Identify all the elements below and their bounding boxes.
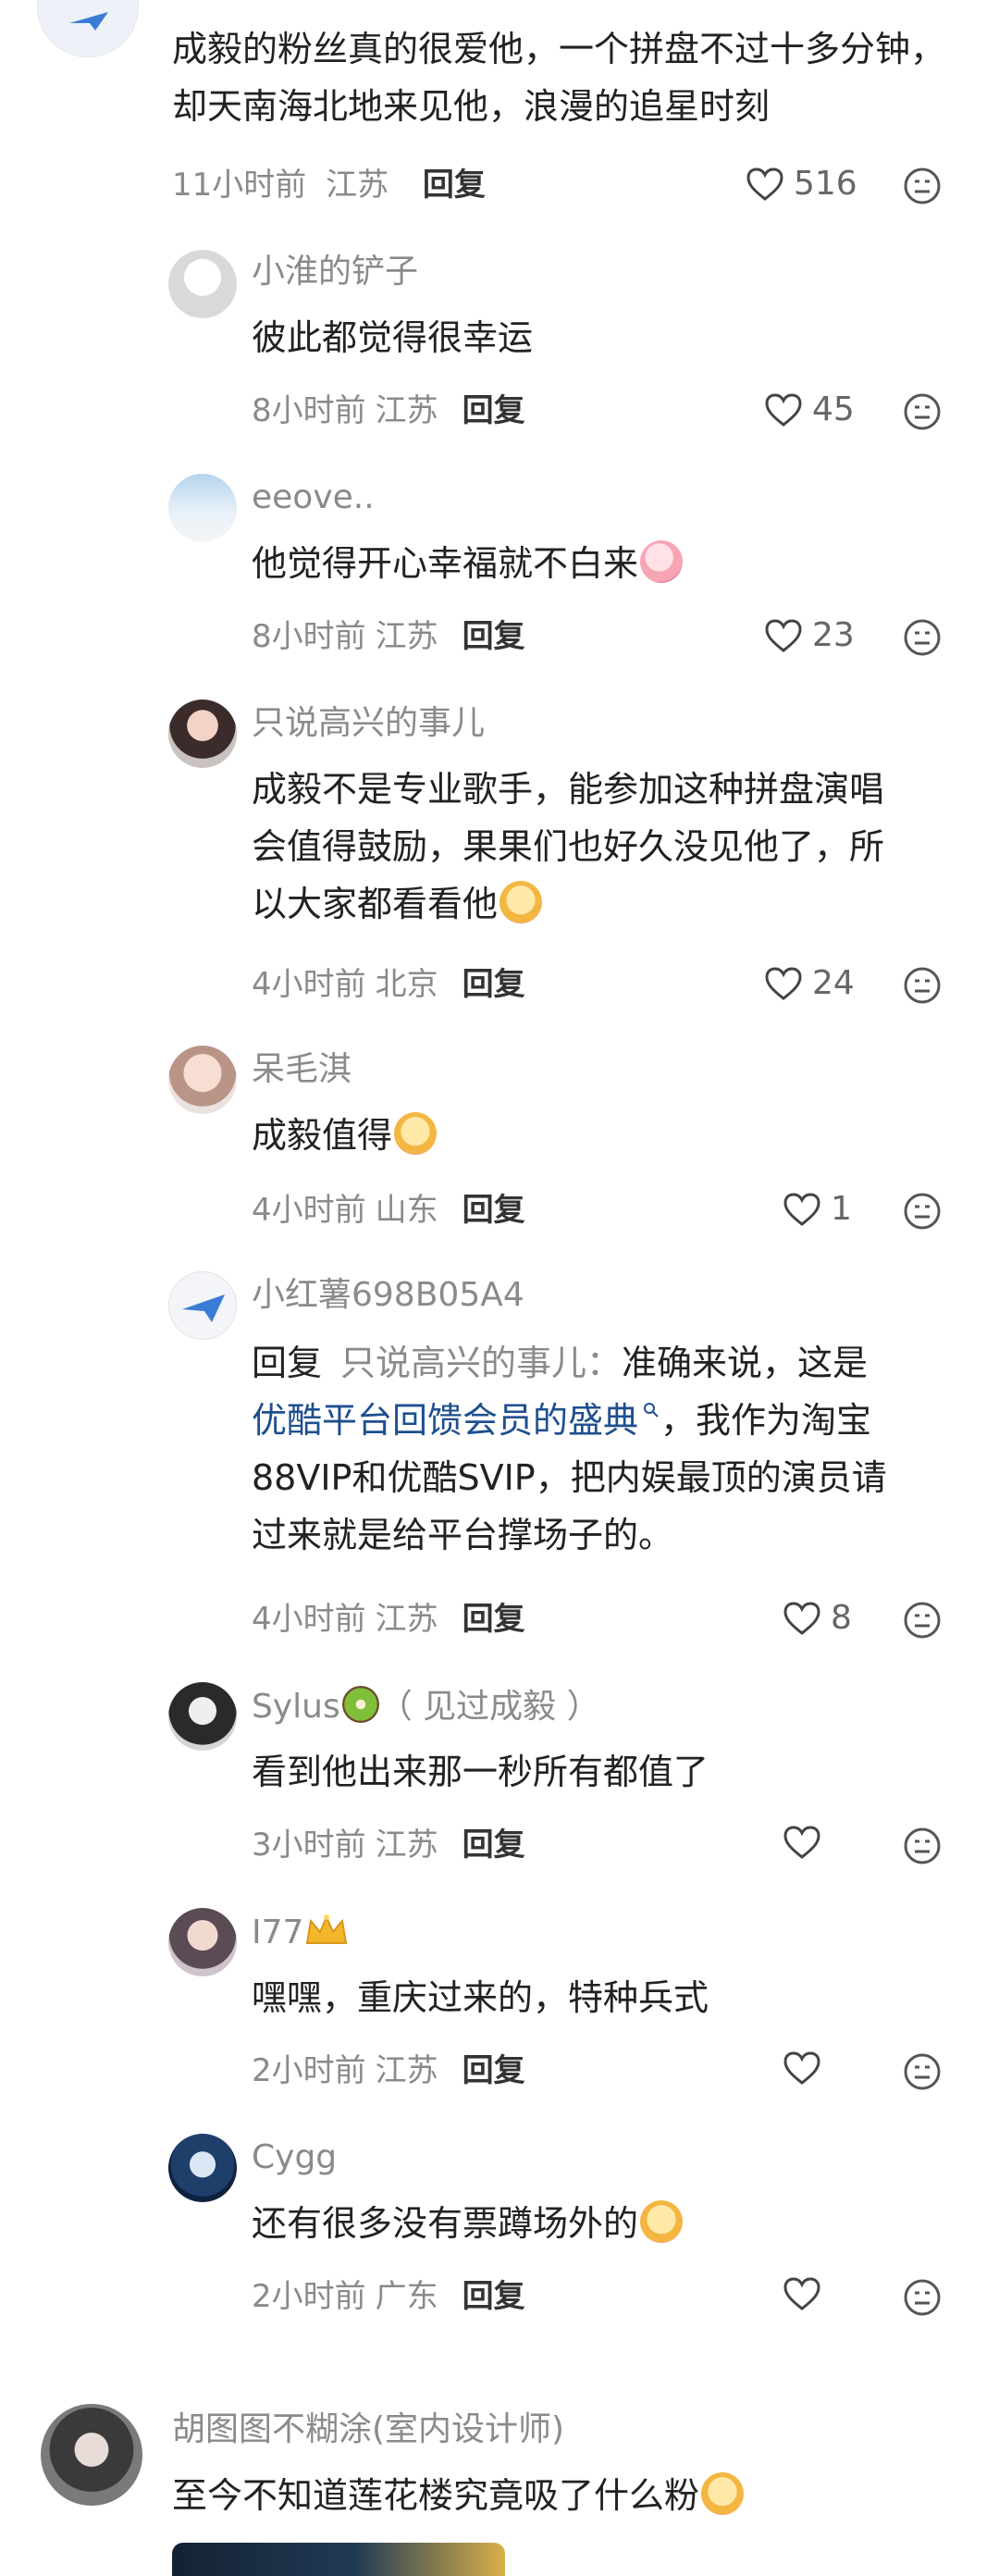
avatar[interactable] — [168, 250, 237, 318]
reply-button[interactable]: 回复 — [462, 2052, 525, 2089]
comment-text: 成毅值得 — [252, 1107, 438, 1164]
comment-meta: 3小时前 江苏 回复 — [252, 1827, 525, 1864]
face-menu-icon[interactable] — [903, 618, 942, 657]
username[interactable]: I77 — [252, 1912, 350, 1953]
location: 江苏 — [326, 167, 389, 204]
comment-meta: 8小时前 江苏 回复 — [252, 392, 525, 429]
like-button[interactable]: 23 — [764, 616, 855, 654]
reply-button[interactable]: 回复 — [462, 966, 525, 1003]
face-menu-icon[interactable] — [903, 2278, 942, 2317]
username[interactable]: 胡图图不糊涂(室内设计师) — [172, 2409, 564, 2450]
like-count: 516 — [794, 165, 857, 203]
comment-text: 彼此都觉得很幸运 — [252, 317, 534, 358]
heart-outline-icon — [765, 618, 802, 652]
comment-meta: 2小时前 江苏 回复 — [252, 2052, 525, 2089]
comment-meta: 4小时前 江苏 回复 — [252, 1601, 525, 1638]
face-menu-icon[interactable] — [903, 966, 942, 1005]
avatar[interactable] — [168, 1908, 237, 1976]
username[interactable]: 小淮的铲子 — [252, 252, 418, 292]
username[interactable]: Sylus （ 见过成毅 ） — [252, 1686, 600, 1728]
reply-button[interactable]: 回复 — [462, 618, 525, 655]
like-button[interactable]: 516 — [746, 165, 857, 203]
paper-plane-icon — [182, 1294, 225, 1322]
heart-outline-icon — [746, 167, 783, 201]
like-button[interactable]: 1 — [783, 1190, 852, 1228]
avatar[interactable] — [37, 0, 139, 57]
comment-text: 回复 只说高兴的事儿：准确来说，这是 优酷平台回馈会员的盛典 ，我作为淘宝 88VI… — [252, 1343, 887, 1555]
like-button[interactable]: 24 — [764, 964, 855, 1002]
search-link[interactable]: 优酷平台回馈会员的盛典 — [252, 1400, 638, 1441]
username[interactable]: Cygg — [252, 2137, 337, 2178]
reply-button[interactable]: 回复 — [423, 167, 486, 204]
comment-text: 他觉得开心幸福就不白来 — [252, 535, 684, 592]
face-menu-icon[interactable] — [903, 167, 942, 205]
like-button[interactable] — [783, 2050, 821, 2086]
crown-icon — [306, 1914, 348, 1944]
comment-text: 还有很多没有票蹲场外的 — [252, 2195, 684, 2252]
username[interactable]: eeove.. — [252, 477, 375, 518]
heart-outline-icon — [765, 392, 802, 427]
avatar[interactable] — [168, 1271, 237, 1340]
heart-outline-icon — [783, 1826, 820, 1859]
comment-meta: 4小时前 北京 回复 — [252, 966, 525, 1003]
comment-text: 至今不知道莲花楼究竟吸了什么粉 — [172, 2467, 745, 2524]
comment-meta: 8小时前 江苏 回复 — [252, 618, 525, 655]
comment-text: 看到他出来那一秒所有都值了 — [252, 1752, 709, 1792]
crying-emoji-icon — [500, 881, 543, 923]
paper-plane-icon — [69, 12, 108, 31]
reply-button[interactable]: 回复 — [462, 2278, 525, 2315]
heart-outline-icon — [765, 966, 802, 1000]
face-menu-icon[interactable] — [903, 1827, 942, 1865]
pig-face-emoji-icon — [640, 540, 684, 583]
face-menu-icon[interactable] — [903, 1601, 942, 1640]
comment-meta: 4小时前 山东 回复 — [252, 1192, 525, 1229]
heart-outline-icon — [783, 1601, 820, 1635]
avatar[interactable] — [41, 2404, 142, 2506]
comment-text: 嘿嘿，重庆过来的，特种兵式 — [252, 1977, 709, 2018]
comment-text: 成毅不是专业歌手，能参加这种拼盘演唱 会值得鼓励，果果们也好久没见他了，所 以大… — [252, 769, 885, 924]
like-button[interactable] — [783, 2276, 821, 2311]
crying-emoji-icon — [701, 2472, 745, 2515]
username[interactable]: 只说高兴的事儿 — [252, 703, 485, 744]
name-tag: （ 见过成毅 ） — [378, 1688, 600, 1726]
reply-button[interactable]: 回复 — [462, 392, 525, 429]
avatar[interactable] — [168, 700, 237, 768]
crying-emoji-icon — [640, 2200, 684, 2243]
username[interactable]: 小红薯698B05A4 — [252, 1275, 524, 1316]
comment-meta: 11小时前 江苏 回复 — [172, 167, 486, 204]
comment-meta: 2小时前 广东 回复 — [252, 2278, 525, 2315]
avatar[interactable] — [168, 1046, 237, 1114]
search-icon[interactable] — [642, 1401, 660, 1419]
avatar[interactable] — [168, 474, 237, 542]
heart-outline-icon — [783, 2277, 820, 2310]
reply-button[interactable]: 回复 — [462, 1827, 525, 1864]
timestamp: 11小时前 — [172, 167, 307, 204]
face-menu-icon[interactable] — [903, 1192, 942, 1231]
comment-text: 成毅的粉丝真的很爱他，一个拼盘不过十多分钟，却天南海北地来见他，浪漫的追星时刻 — [172, 29, 946, 127]
heart-outline-icon — [783, 2051, 820, 2085]
comment-image[interactable] — [172, 2543, 505, 2576]
like-button[interactable]: 8 — [783, 1599, 852, 1637]
reply-button[interactable]: 回复 — [462, 1601, 525, 1638]
avatar[interactable] — [168, 2134, 237, 2202]
like-button[interactable] — [783, 1825, 821, 1860]
reply-target-user[interactable]: 只说高兴的事儿： — [340, 1343, 622, 1383]
face-menu-icon[interactable] — [903, 2052, 942, 2091]
reply-button[interactable]: 回复 — [462, 1192, 525, 1229]
crying-emoji-icon — [394, 1112, 438, 1155]
kiwi-emoji-icon — [341, 1686, 379, 1723]
like-button[interactable]: 45 — [764, 390, 855, 428]
avatar[interactable] — [168, 1682, 237, 1751]
username[interactable]: 呆毛淇 — [252, 1049, 352, 1090]
face-menu-icon[interactable] — [903, 392, 942, 431]
heart-outline-icon — [783, 1192, 820, 1226]
